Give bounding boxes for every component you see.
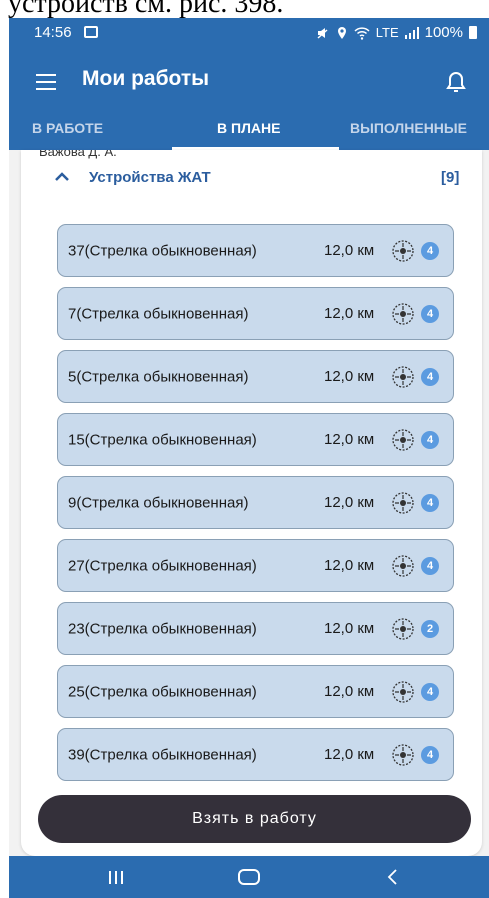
item-name: 39(Стрелка обыкновенная) bbox=[68, 746, 257, 763]
battery-percent: 100% bbox=[424, 24, 463, 41]
location-icon bbox=[337, 26, 346, 39]
count-badge: 4 bbox=[421, 746, 439, 764]
caption-text: устройств см. рис. 398. bbox=[8, 0, 284, 19]
target-icon[interactable] bbox=[391, 491, 415, 515]
bell-icon[interactable] bbox=[446, 70, 466, 94]
mute-icon bbox=[317, 27, 328, 39]
back-icon[interactable] bbox=[385, 868, 401, 886]
item-distance: 12,0 км bbox=[324, 305, 375, 322]
work-list-card: Важова Д. А. Устройства ЖАТ [9] 37(Стрел… bbox=[21, 150, 482, 856]
list-item[interactable]: 27(Стрелка обыкновенная) 12,0 км 4 bbox=[57, 539, 454, 592]
document-caption: устройств см. рис. 398. bbox=[0, 0, 489, 20]
count-badge: 4 bbox=[421, 368, 439, 386]
item-name: 9(Стрелка обыкновенная) bbox=[68, 494, 249, 511]
count-badge: 4 bbox=[421, 557, 439, 575]
item-distance: 12,0 км bbox=[324, 746, 375, 763]
count-badge: 2 bbox=[421, 620, 439, 638]
count-badge: 4 bbox=[421, 305, 439, 323]
item-name: 15(Стрелка обыкновенная) bbox=[68, 431, 257, 448]
tab-planned[interactable]: В ПЛАНЕ bbox=[217, 114, 280, 150]
count-badge: 4 bbox=[421, 431, 439, 449]
target-icon[interactable] bbox=[391, 680, 415, 704]
target-icon[interactable] bbox=[391, 365, 415, 389]
count-badge: 4 bbox=[421, 242, 439, 260]
tab-bar: В РАБОТЕ В ПЛАНЕ ВЫПОЛНЕННЫЕ bbox=[9, 114, 489, 150]
item-name: 7(Стрелка обыкновенная) bbox=[68, 305, 249, 322]
group-header[interactable]: Устройства ЖАТ [9] bbox=[21, 150, 482, 210]
target-icon[interactable] bbox=[391, 743, 415, 767]
status-time: 14:56 bbox=[34, 24, 72, 41]
target-icon[interactable] bbox=[391, 239, 415, 263]
target-icon[interactable] bbox=[391, 617, 415, 641]
take-to-work-button[interactable]: Взять в работу bbox=[38, 795, 471, 843]
count-badge: 4 bbox=[421, 683, 439, 701]
status-indicators: LTE 100% bbox=[316, 24, 477, 41]
item-name: 23(Стрелка обыкновенная) bbox=[68, 620, 257, 637]
wifi-icon bbox=[354, 26, 370, 40]
item-name: 37(Стрелка обыкновенная) bbox=[68, 242, 257, 259]
list-item[interactable]: 37(Стрелка обыкновенная) 12,0 км 4 bbox=[57, 224, 454, 277]
recent-apps-icon[interactable] bbox=[109, 871, 127, 884]
item-distance: 12,0 км bbox=[324, 431, 375, 448]
list-item[interactable]: 25(Стрелка обыкновенная) 12,0 км 4 bbox=[57, 665, 454, 718]
app-bar: Мои работы bbox=[9, 52, 489, 114]
item-name: 25(Стрелка обыкновенная) bbox=[68, 683, 257, 700]
item-distance: 12,0 км bbox=[324, 620, 375, 637]
item-distance: 12,0 км bbox=[324, 368, 375, 385]
battery-icon bbox=[469, 26, 477, 39]
status-bar: 14:56 LTE 100% bbox=[9, 18, 489, 52]
home-icon[interactable] bbox=[238, 869, 260, 885]
phone-screen: 14:56 LTE 100% Мои работы В РАБОТЕ В ПЛА… bbox=[9, 18, 489, 898]
menu-icon[interactable] bbox=[36, 74, 56, 90]
item-distance: 12,0 км bbox=[324, 557, 375, 574]
list-item[interactable]: 7(Стрелка обыкновенная) 12,0 км 4 bbox=[57, 287, 454, 340]
list-item[interactable]: 23(Стрелка обыкновенная) 12,0 км 2 bbox=[57, 602, 454, 655]
tab-in-work[interactable]: В РАБОТЕ bbox=[32, 114, 103, 150]
target-icon[interactable] bbox=[391, 302, 415, 326]
item-distance: 12,0 км bbox=[324, 683, 375, 700]
item-distance: 12,0 км bbox=[324, 242, 375, 259]
group-title: Устройства ЖАТ bbox=[89, 169, 211, 186]
item-distance: 12,0 км bbox=[324, 494, 375, 511]
system-nav-bar bbox=[9, 856, 489, 898]
chevron-up-icon[interactable] bbox=[55, 172, 69, 182]
list-item[interactable]: 5(Стрелка обыкновенная) 12,0 км 4 bbox=[57, 350, 454, 403]
item-name: 5(Стрелка обыкновенная) bbox=[68, 368, 249, 385]
target-icon[interactable] bbox=[391, 554, 415, 578]
gallery-notification-icon bbox=[84, 26, 98, 38]
tab-completed[interactable]: ВЫПОЛНЕННЫЕ bbox=[350, 114, 467, 150]
count-badge: 4 bbox=[421, 494, 439, 512]
list-item[interactable]: 39(Стрелка обыкновенная) 12,0 км 4 bbox=[57, 728, 454, 781]
list-item[interactable]: 15(Стрелка обыкновенная) 12,0 км 4 bbox=[57, 413, 454, 466]
network-type: LTE bbox=[375, 25, 399, 40]
target-icon[interactable] bbox=[391, 428, 415, 452]
signal-icon bbox=[404, 26, 419, 39]
page-title: Мои работы bbox=[82, 67, 210, 90]
list-item[interactable]: 9(Стрелка обыкновенная) 12,0 км 4 bbox=[57, 476, 454, 529]
item-name: 27(Стрелка обыкновенная) bbox=[68, 557, 257, 574]
group-count: [9] bbox=[441, 169, 460, 186]
